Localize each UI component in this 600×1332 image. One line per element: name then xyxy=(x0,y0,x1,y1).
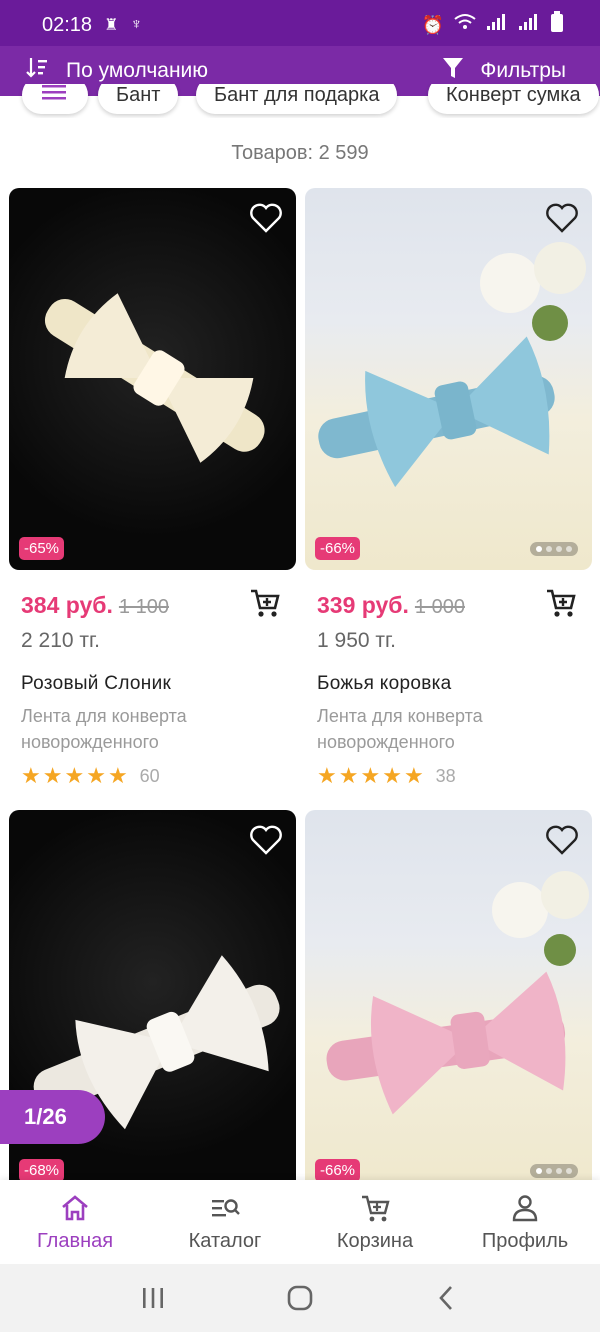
page-indicator[interactable]: 1/26 xyxy=(0,1090,105,1144)
star-icon: ★ xyxy=(338,763,359,788)
app-screen: 02:18 ♜ ♆ ⏰ По умолчанию Фильтры Бант Ба… xyxy=(0,0,600,1332)
alt-price: 2 210 тг. xyxy=(21,629,100,652)
product-card[interactable]: -66% 339 руб. 1 000 1 950 тг. Божья коро… xyxy=(305,188,592,787)
filter-icon xyxy=(442,56,464,86)
cart-icon xyxy=(362,1195,390,1221)
recent-apps-icon[interactable] xyxy=(138,1283,168,1313)
product-count: Товаров: 2 599 xyxy=(231,142,369,164)
old-price: 1 000 xyxy=(414,596,465,618)
alt-price: 1 950 тг. xyxy=(317,629,396,652)
status-bar: 02:18 ♜ ♆ ⏰ xyxy=(0,0,600,50)
add-to-cart-icon[interactable] xyxy=(544,586,578,620)
nav-label: Профиль xyxy=(481,1229,569,1252)
price-row: 384 руб. 1 100 xyxy=(9,589,296,619)
nav-item-cart[interactable]: Корзина xyxy=(300,1180,450,1264)
product-image[interactable]: -66% xyxy=(305,188,592,570)
nav-label: Каталог xyxy=(188,1229,262,1252)
nav-item-home[interactable]: Главная xyxy=(0,1180,150,1264)
sort-button[interactable]: По умолчанию xyxy=(24,55,208,87)
signal-icon xyxy=(486,13,508,37)
product-subtitle: Лента для конверта новорожденного xyxy=(317,706,483,752)
rating-count: 60 xyxy=(139,765,160,786)
nav-label: Корзина xyxy=(336,1229,414,1252)
product-card[interactable]: -66% xyxy=(305,810,592,1192)
wifi-icon xyxy=(454,13,476,37)
price: 384 руб. xyxy=(21,592,113,618)
star-icon: ★ xyxy=(403,763,424,788)
back-icon[interactable] xyxy=(432,1283,462,1313)
status-time: 02:18 xyxy=(42,13,93,36)
system-navigation-bar xyxy=(0,1264,600,1332)
sort-label: По умолчанию xyxy=(66,59,209,82)
signal-icon-2 xyxy=(518,13,540,37)
add-to-cart-icon[interactable] xyxy=(248,586,282,620)
chip-menu[interactable] xyxy=(22,84,88,114)
product-subtitle: Лента для конверта новорожденного xyxy=(21,706,187,752)
favorite-heart-icon[interactable] xyxy=(248,200,284,236)
product-image[interactable]: -66% xyxy=(305,810,592,1192)
discount-badge: -65% xyxy=(19,537,65,560)
home-button-icon[interactable] xyxy=(285,1283,315,1313)
chip-category[interactable]: Бант для подарка xyxy=(196,84,398,114)
star-icon: ★ xyxy=(64,763,85,788)
flashlight-icon: ♆ xyxy=(130,16,143,33)
price: 339 руб. xyxy=(317,592,409,618)
rating-count: 38 xyxy=(435,765,456,786)
discount-badge: -68% xyxy=(19,1159,65,1182)
menu-icon xyxy=(40,84,68,108)
price-row: 339 руб. 1 000 xyxy=(305,589,592,619)
product-image[interactable]: -65% xyxy=(9,188,296,570)
old-price: 1 100 xyxy=(118,596,169,618)
profile-icon xyxy=(512,1194,538,1221)
sort-icon xyxy=(24,55,50,87)
filter-button[interactable]: Фильтры xyxy=(442,56,576,86)
favorite-heart-icon[interactable] xyxy=(544,822,580,858)
image-pager-dots xyxy=(530,1164,578,1178)
alarm-icon: ⏰ xyxy=(421,14,444,35)
star-icon: ★ xyxy=(21,763,41,788)
star-icon: ★ xyxy=(86,763,106,788)
filter-label: Фильтры xyxy=(480,59,566,82)
nav-item-profile[interactable]: Профиль xyxy=(450,1180,600,1264)
star-icon: ★ xyxy=(317,763,337,788)
rating: ★ ★ ★ ★ ★ 60 xyxy=(9,765,296,787)
product-title[interactable]: Божья коровка xyxy=(305,673,592,695)
nav-item-catalog[interactable]: Каталог xyxy=(150,1180,300,1264)
discount-badge: -66% xyxy=(315,537,361,560)
product-title[interactable]: Розовый Слоник xyxy=(9,673,296,695)
product-card[interactable]: -65% 384 руб. 1 100 2 210 тг. Розовый Сл… xyxy=(9,188,296,787)
image-pager-dots xyxy=(530,542,578,556)
chip-category[interactable]: Бант xyxy=(98,84,179,114)
star-icon: ★ xyxy=(107,763,128,788)
star-icon: ★ xyxy=(382,763,402,788)
bottom-navigation: Главная Каталог Корзина Профиль xyxy=(0,1180,600,1264)
favorite-heart-icon[interactable] xyxy=(544,200,580,236)
chip-category[interactable]: Конверт сумка xyxy=(428,84,599,114)
rating: ★ ★ ★ ★ ★ 38 xyxy=(305,765,592,787)
favorite-heart-icon[interactable] xyxy=(248,822,284,858)
star-icon: ★ xyxy=(42,763,63,788)
nav-label: Главная xyxy=(36,1229,114,1252)
discount-badge: -66% xyxy=(315,1159,361,1182)
battery-icon xyxy=(550,11,564,39)
category-chips: Бант Бант для подарка Конверт сумка xyxy=(0,84,600,118)
notification-icon: ♜ xyxy=(104,17,119,34)
star-icon: ★ xyxy=(360,763,381,788)
home-icon xyxy=(62,1194,88,1220)
catalog-search-icon xyxy=(212,1198,240,1216)
